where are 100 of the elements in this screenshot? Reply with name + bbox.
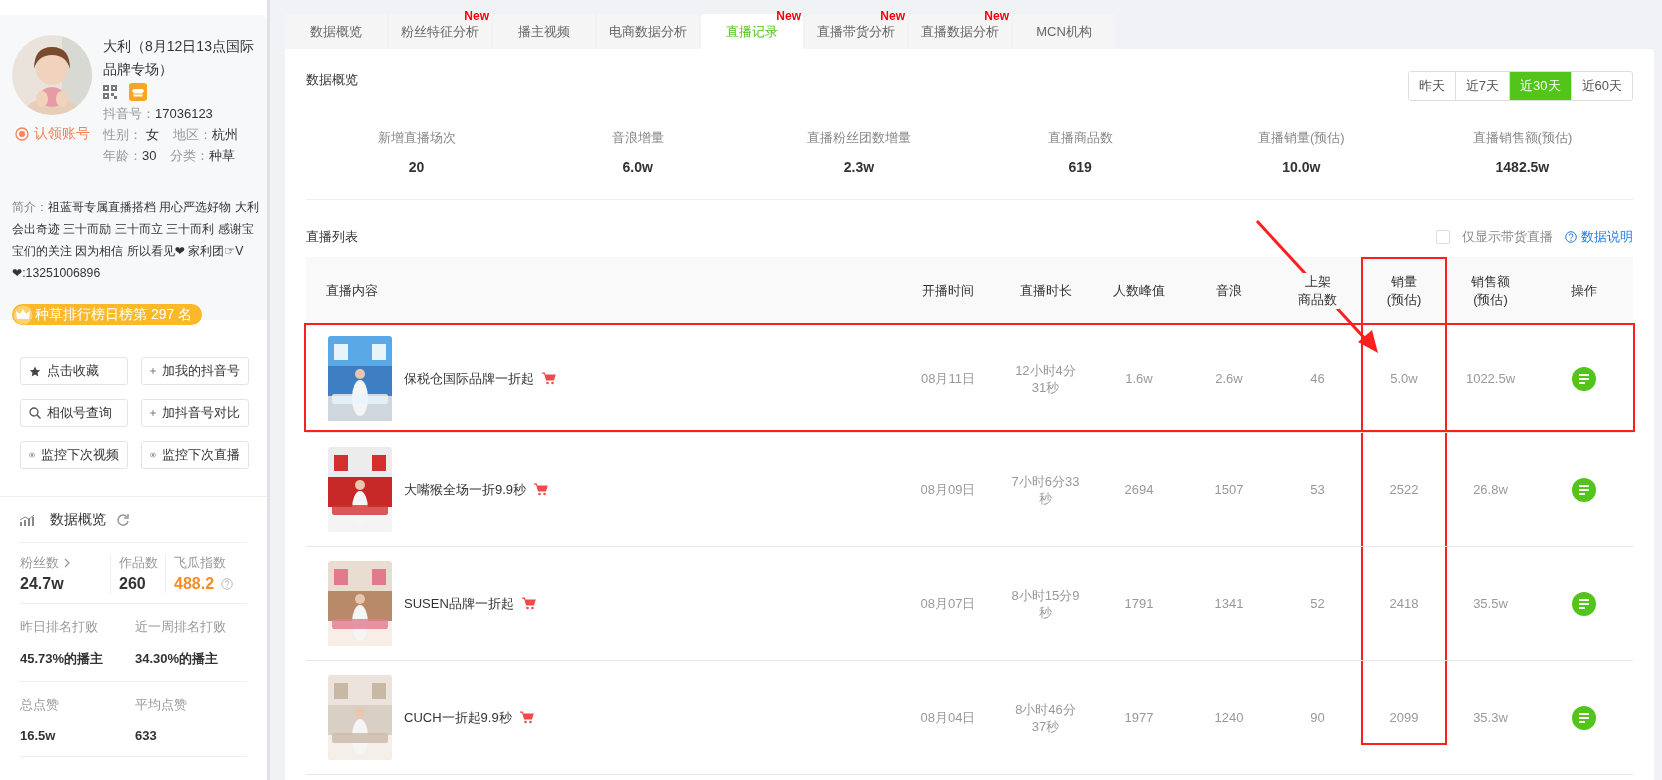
table-cell-text: 08月07日: [919, 595, 977, 612]
help-link[interactable]: 数据说明: [1565, 228, 1633, 246]
stat-value: 20: [408, 159, 425, 175]
metric-value: 633: [135, 728, 158, 743]
plus-icon: [150, 365, 156, 377]
tab[interactable]: MCN机构: [1013, 14, 1115, 49]
category-text: 分类：种草: [170, 147, 236, 165]
table-cell-text: 2522: [1388, 481, 1420, 498]
refresh-icon[interactable]: [116, 512, 130, 527]
stat-label: 音浪增量: [611, 129, 664, 147]
metric-value: 16.5w: [20, 728, 57, 743]
list-icon[interactable]: [1571, 591, 1596, 616]
star-icon: [29, 365, 41, 377]
column-header: 销售额: [1469, 273, 1512, 291]
stat-label: 作品数: [119, 554, 158, 572]
table-cell-text: 1341: [1213, 595, 1245, 612]
table-cell-text: 90: [1309, 709, 1326, 726]
plus-icon: [150, 407, 156, 419]
table-cell-text: 46: [1309, 370, 1326, 387]
table-cell-text: 1022.5w: [1464, 370, 1517, 387]
action-button[interactable]: 监控下次视频: [20, 441, 128, 469]
douyin-id: 抖音号：17036123: [103, 105, 213, 123]
eye-icon: [29, 450, 35, 460]
target-icon: [14, 127, 29, 141]
section-title: 数据概览: [306, 71, 358, 89]
table-cell-text: 35.3w: [1472, 709, 1509, 726]
table-cell-text: 2099: [1388, 709, 1420, 726]
tab[interactable]: 电商数据分析: [597, 14, 699, 49]
gender-text: 性别： 女: [103, 126, 159, 144]
table-cell-text: 5.0w: [1389, 370, 1419, 387]
qr-code-icon[interactable]: [103, 85, 117, 99]
metric-value: 45.73%的播主: [20, 650, 105, 668]
column-header: 操作: [1568, 282, 1599, 300]
live-title[interactable]: SUSEN品牌一折起: [404, 594, 514, 613]
stat-value: 2.3w: [843, 159, 875, 175]
checkbox-label[interactable]: 仅显示带货直播: [1462, 228, 1553, 246]
table-cell-text: 53: [1309, 481, 1326, 498]
stat-label: 直播商品数: [1047, 129, 1113, 147]
table-cell-text: 8小时46分37秒: [1014, 700, 1077, 735]
live-title[interactable]: CUCH一折起9.9秒: [404, 708, 512, 727]
bio-text: 简介：祖蓝哥专属直播搭档 用心严选好物 大利会出奇迹 三十而励 三十而立 三十而利 感谢宝宝们的关注 因为相信 所以看见❤ 家利团☞V❤:13251006896: [12, 199, 260, 282]
metric-label: 昨日排名打败: [20, 618, 99, 636]
table-cell-text: 26.8w: [1472, 481, 1509, 498]
help-icon: [1565, 231, 1577, 243]
table-cell-text: 2418: [1388, 595, 1420, 612]
tab[interactable]: 播主视频: [493, 14, 595, 49]
stat-value: 488.2: [174, 575, 215, 593]
range-button[interactable]: 近60天: [1570, 72, 1632, 100]
tab[interactable]: 数据概览: [285, 14, 387, 49]
checkbox[interactable]: [1436, 230, 1450, 244]
column-header: (预估): [1471, 291, 1510, 309]
column-header: (预估): [1384, 291, 1424, 309]
column-header: 音浪: [1214, 282, 1244, 300]
table-cell-text: 1507: [1213, 481, 1245, 498]
column-header: 直播时长: [1017, 282, 1074, 300]
stat-value: 10.0w: [1282, 159, 1321, 175]
account-name: 大利（8月12日13点国际品牌专场）: [103, 37, 255, 79]
table-cell-text: 52: [1309, 595, 1326, 612]
action-button[interactable]: 加我的抖音号: [141, 357, 249, 385]
column-header: 开播时间: [920, 282, 976, 300]
crown-icon: [13, 304, 33, 325]
table-cell-text: 12小时4分31秒: [1014, 361, 1077, 396]
stat-label: 直播销售额(预估): [1472, 129, 1573, 147]
age-text: 年龄：30: [103, 147, 157, 165]
table-cell-text: 08月09日: [919, 481, 977, 498]
metric-value: 34.30%的播主: [135, 650, 220, 668]
action-button[interactable]: 加抖音号对比: [141, 399, 249, 427]
help-icon: [221, 578, 234, 590]
table-cell-text: 1240: [1213, 709, 1245, 726]
table-cell-text: 1977: [1123, 709, 1155, 726]
action-button[interactable]: 点击收藏: [20, 357, 128, 385]
stat-value: 1482.5w: [1495, 159, 1550, 175]
chart-icon: [20, 513, 34, 526]
search-icon: [29, 407, 41, 419]
table-cell-text: 2694: [1123, 481, 1155, 498]
stat-value: 6.0w: [622, 159, 653, 175]
list-icon[interactable]: [1571, 366, 1596, 391]
column-header: 上架: [1302, 273, 1333, 291]
stat-label: 飞瓜指数: [174, 554, 226, 572]
column-header: 商品数: [1296, 291, 1339, 309]
list-icon[interactable]: [1571, 705, 1596, 730]
table-cell-text: 35.5w: [1472, 595, 1509, 612]
column-header: 直播内容: [326, 282, 378, 300]
table-cell-text: 1.6w: [1124, 370, 1154, 387]
table-cell-text: 08月11日: [920, 370, 976, 387]
section-title: 直播列表: [306, 228, 358, 246]
shop-icon[interactable]: [129, 83, 147, 101]
region-text: 地区：杭州: [172, 126, 238, 144]
stat-label: 新增直播场次: [377, 129, 456, 147]
table-cell-text: 8小时15分9秒: [1010, 586, 1081, 621]
table-cell-text: 1791: [1123, 595, 1155, 612]
live-title[interactable]: 保税仓国际品牌一折起: [404, 369, 534, 388]
action-button[interactable]: 监控下次直播: [141, 441, 249, 469]
action-button[interactable]: 相似号查询: [20, 399, 128, 427]
stat-value: 619: [1068, 159, 1092, 175]
live-title[interactable]: 大嘴猴全场一折9.9秒: [404, 480, 527, 499]
stat-label: 直播粉丝团数增量: [806, 129, 911, 147]
list-icon[interactable]: [1571, 477, 1596, 502]
table-cell-text: 2.6w: [1214, 370, 1244, 387]
table-cell-text: 08月04日: [919, 709, 977, 726]
